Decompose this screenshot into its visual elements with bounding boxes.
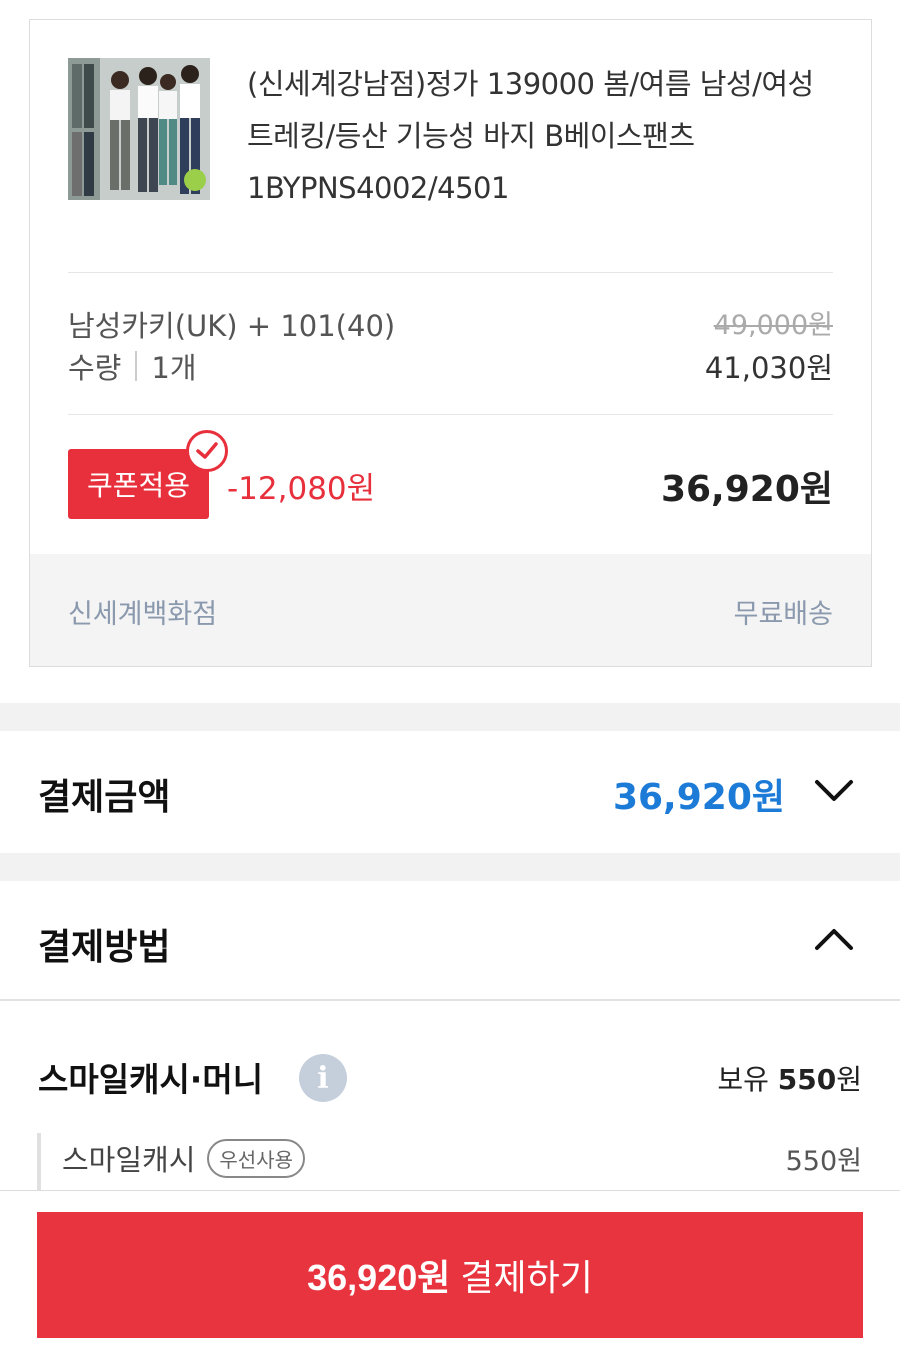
smile-cash-value: 550원 — [785, 1146, 862, 1177]
balance-amount: 550 — [777, 1063, 837, 1096]
divider — [68, 272, 833, 273]
quantity-value: 1개 — [151, 351, 197, 385]
sale-price: 41,030원 — [704, 351, 833, 385]
divider — [0, 999, 900, 1001]
quantity-label: 수량 — [68, 351, 122, 385]
section-gap — [0, 853, 900, 881]
section-gap — [0, 703, 900, 731]
indent-bar — [37, 1133, 41, 1193]
pay-button-amount: 36,920원 — [307, 1257, 451, 1298]
shipping-info: 무료배송 — [733, 599, 833, 630]
check-icon — [186, 430, 228, 472]
smile-balance: 보유 550원 — [717, 1058, 862, 1098]
payment-amount-title: 결제금액 — [38, 777, 171, 818]
product-thumbnail[interactable] — [68, 58, 210, 200]
card-footer: 신세계백화점 무료배송 — [30, 554, 871, 666]
original-price: 49,000원 — [713, 310, 833, 341]
separator — [135, 351, 138, 381]
smile-cash-title: 스마일캐시·머니 — [38, 1060, 264, 1099]
product-option: 남성카키(UK) + 101(40) — [68, 309, 396, 343]
pay-button[interactable]: 36,920원 결제하기 — [37, 1212, 863, 1338]
item-final-price: 36,920원 — [660, 469, 833, 510]
payment-amount-value: 36,920원 — [612, 777, 785, 818]
info-icon[interactable]: i — [299, 1054, 347, 1102]
order-item-card: (신세계강남점)정가 139000 봄/여름 남성/여성 트레킹/등산 기능성 … — [29, 19, 872, 667]
balance-unit: 원 — [836, 1063, 862, 1096]
balance-prefix: 보유 — [717, 1063, 769, 1096]
chevron-down-icon[interactable] — [814, 778, 854, 804]
divider — [68, 414, 833, 415]
payment-method-title: 결제방법 — [38, 927, 171, 968]
coupon-discount: -12,080원 — [227, 471, 376, 507]
quantity: 수량 1개 — [68, 345, 197, 387]
smile-cash-row: 스마일캐시 우선사용 — [62, 1137, 306, 1179]
priority-use-badge: 우선사용 — [207, 1138, 306, 1178]
product-title[interactable]: (신세계강남점)정가 139000 봄/여름 남성/여성 트레킹/등산 기능성 … — [247, 58, 847, 214]
seller-name: 신세계백화점 — [68, 599, 218, 630]
smile-cash-label: 스마일캐시 — [62, 1143, 196, 1177]
pay-button-label: 결제하기 — [460, 1257, 593, 1298]
chevron-up-icon[interactable] — [814, 926, 854, 952]
bottom-bar: 36,920원 결제하기 — [0, 1190, 900, 1356]
